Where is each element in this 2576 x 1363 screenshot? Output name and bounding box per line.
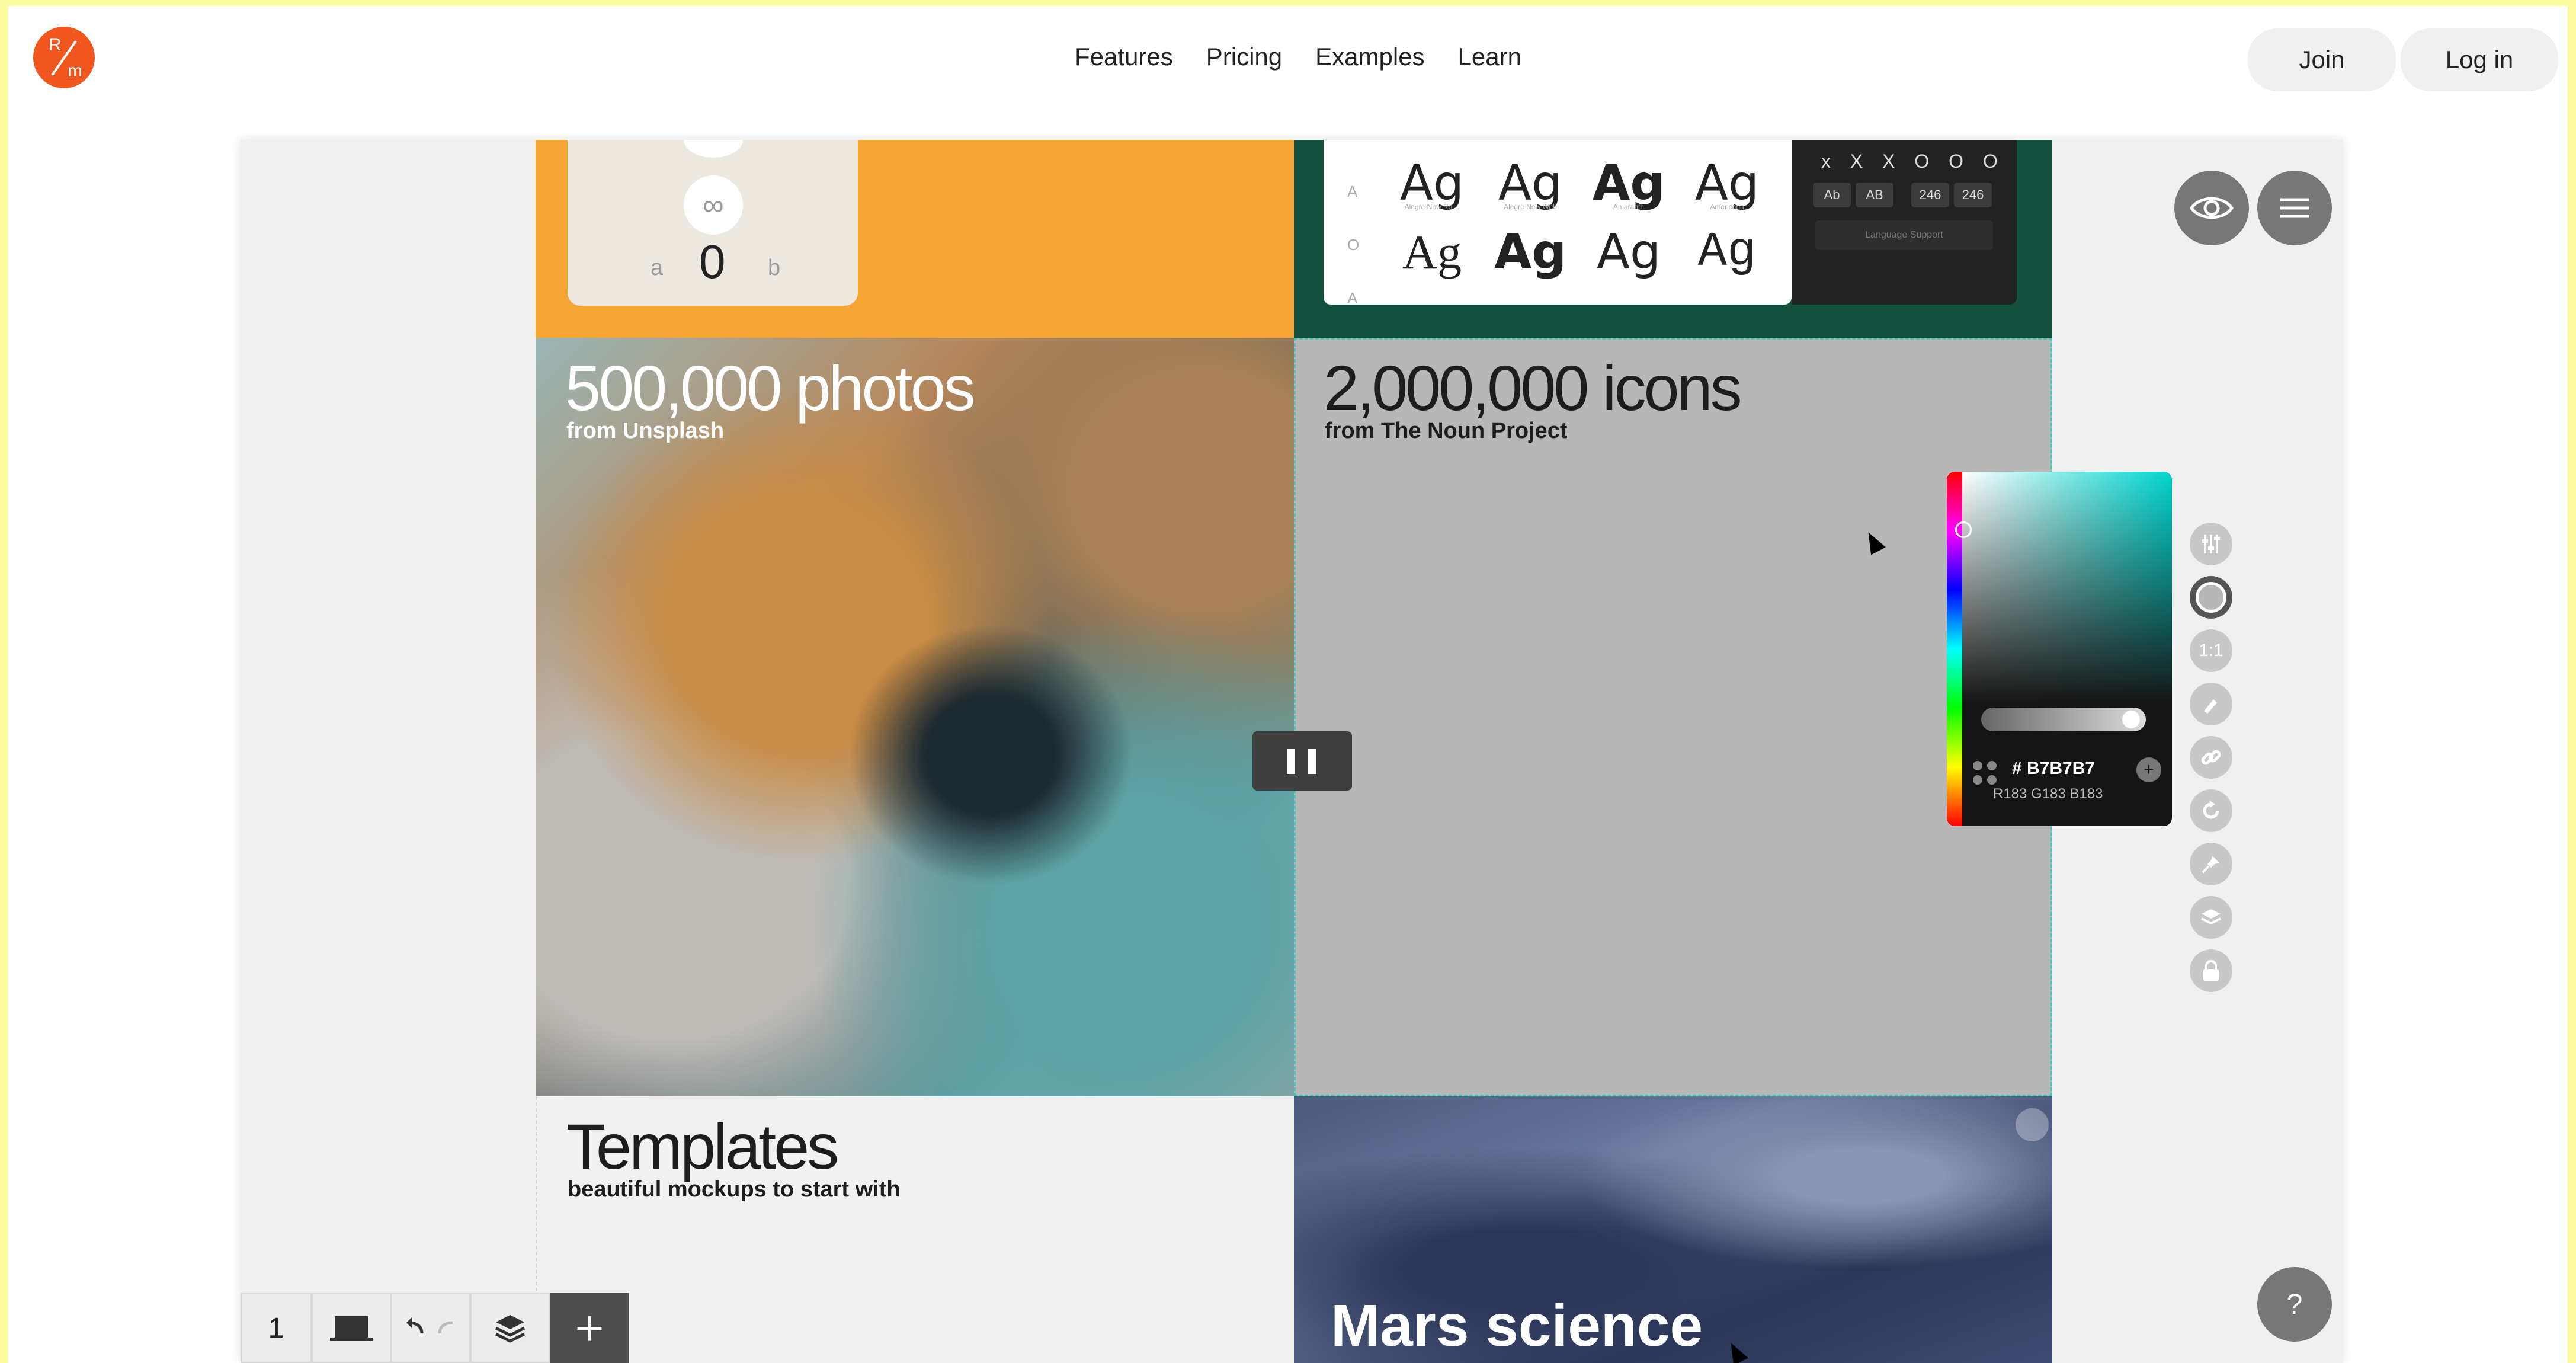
join-button[interactable]: Join xyxy=(2248,28,2396,91)
pause-icon xyxy=(1287,749,1295,774)
logo-letter-r: R xyxy=(49,35,62,55)
font-side-index: A O A xyxy=(1347,165,1359,325)
font-sample[interactable]: Ag Amaranth xyxy=(1579,154,1678,217)
logo-letter-m: m xyxy=(68,61,82,81)
rotate-icon[interactable] xyxy=(2190,789,2232,832)
templates-title: Templates xyxy=(566,1111,839,1182)
font-name: Alegre New Web xyxy=(1504,203,1557,211)
font-sample[interactable]: Ag Alegre New Ro… xyxy=(1383,154,1481,217)
adjust-icon[interactable] xyxy=(2190,523,2232,565)
font-glyph: Ag xyxy=(1494,224,1567,280)
rgb-value: R183 G183 B183 xyxy=(1993,786,2103,802)
font-sample[interactable]: Ag Americana xyxy=(1678,154,1776,217)
ruler-card: ∞ a 0 b xyxy=(568,140,858,306)
top-nav: Features Pricing Examples Learn xyxy=(1075,43,1521,71)
font-case-options[interactable]: x X X O O O xyxy=(1821,151,2005,172)
nav-learn[interactable]: Learn xyxy=(1458,43,1521,71)
bottom-toolbar: 1 + xyxy=(241,1293,629,1363)
font-sample[interactable]: Ag xyxy=(1678,223,1776,282)
font-sample[interactable]: Ag Alegre New Web xyxy=(1481,154,1579,217)
undo-redo-button[interactable] xyxy=(391,1293,470,1363)
mars-title: Mars science xyxy=(1331,1292,1703,1359)
layers-icon[interactable] xyxy=(2190,896,2232,939)
font-chip[interactable]: 246 xyxy=(1911,183,1949,207)
fill-color-icon[interactable] xyxy=(2190,576,2232,619)
templates-tile[interactable]: Templates beautiful mockups to start wit… xyxy=(536,1096,1294,1363)
font-glyph: Ag xyxy=(1697,225,1757,280)
alpha-slider[interactable] xyxy=(1981,708,2146,731)
infinity-icon[interactable]: ∞ xyxy=(684,175,743,235)
photos-title: 500,000 photos xyxy=(565,352,976,424)
font-picker-panel: A O A Ag Alegre New Ro… Ag Alegre New Web … xyxy=(1324,140,1792,307)
page: R m Features Pricing Examples Learn Join… xyxy=(8,6,2568,1363)
login-button[interactable]: Log in xyxy=(2401,28,2558,91)
link-icon[interactable] xyxy=(2190,736,2232,779)
layers-button[interactable] xyxy=(470,1293,550,1363)
stack-icon xyxy=(495,1315,526,1343)
ruler-top-knob xyxy=(684,140,743,158)
eye-icon xyxy=(2189,197,2234,219)
font-glyph: Ag xyxy=(1402,225,1462,279)
font-sample[interactable]: Ag xyxy=(1579,223,1678,282)
add-element-button[interactable]: + xyxy=(550,1293,629,1363)
pin-icon[interactable] xyxy=(2190,843,2232,885)
font-chip[interactable]: 246 xyxy=(1954,183,1992,207)
saturation-area[interactable] xyxy=(1962,472,2172,703)
font-name: Alegre New Ro… xyxy=(1404,203,1460,211)
font-glyph: Ag xyxy=(1596,224,1661,280)
templates-subtitle: beautiful mockups to start with xyxy=(568,1177,901,1202)
help-button[interactable]: ? xyxy=(2257,1267,2332,1342)
pause-button[interactable] xyxy=(1252,731,1352,791)
ruler-label-a: a xyxy=(651,255,664,280)
mars-tile[interactable]: Mars science xyxy=(1294,1096,2052,1363)
color-picker[interactable]: # B7B7B7 R183 G183 B183 + xyxy=(1947,472,2172,826)
font-sample[interactable]: Ag xyxy=(1481,223,1579,282)
pause-icon xyxy=(1308,749,1316,774)
nav-examples[interactable]: Examples xyxy=(1315,43,1424,71)
icons-tile[interactable]: 2,000,000 icons from The Noun Project xyxy=(1294,338,2052,1096)
font-side-label: A xyxy=(1347,289,1358,307)
saturation-handle[interactable] xyxy=(1955,521,1972,538)
undo-icon xyxy=(406,1317,453,1334)
photos-subtitle: from Unsplash xyxy=(566,418,725,443)
alpha-handle[interactable] xyxy=(2122,711,2140,728)
swatches-icon[interactable] xyxy=(1973,761,1997,785)
editor-canvas[interactable]: ∞ a 0 b A O A Ag Alegre New Ro… Ag Alegre … xyxy=(241,140,2343,1363)
font-side-label: A xyxy=(1347,183,1358,200)
add-swatch-button[interactable]: + xyxy=(2136,757,2161,782)
menu-button[interactable] xyxy=(2257,171,2332,245)
language-support-select[interactable]: Language Support xyxy=(1815,220,1993,250)
photos-tile[interactable]: 500,000 photos from Unsplash xyxy=(536,338,1294,1096)
fonts-tile[interactable]: A O A Ag Alegre New Ro… Ag Alegre New Web … xyxy=(1294,140,2052,338)
preview-button[interactable] xyxy=(2174,171,2249,245)
font-sample-grid: Ag Alegre New Ro… Ag Alegre New Web Ag Amar… xyxy=(1383,154,1776,282)
device-preview-button[interactable] xyxy=(312,1293,391,1363)
lock-icon[interactable] xyxy=(2190,949,2232,992)
tile-badge-icon[interactable] xyxy=(2016,1108,2049,1141)
hamburger-icon xyxy=(2280,198,2309,218)
font-side-label: O xyxy=(1347,236,1360,254)
font-chip[interactable]: AB xyxy=(1856,183,1893,207)
icons-subtitle: from The Noun Project xyxy=(1325,418,1568,443)
brush-icon[interactable] xyxy=(2190,683,2232,725)
ruler-label-b: b xyxy=(768,255,781,280)
font-chip[interactable]: Ab xyxy=(1813,183,1851,207)
nav-features[interactable]: Features xyxy=(1075,43,1173,71)
font-options-panel: x X X O O O Ab AB 246 246 Language Suppo… xyxy=(1792,140,2017,305)
hex-value[interactable]: # B7B7B7 xyxy=(2012,759,2095,779)
ruler-value: 0 xyxy=(699,235,726,288)
aspect-ratio-icon[interactable]: 1:1 xyxy=(2190,629,2232,672)
icons-title: 2,000,000 icons xyxy=(1324,352,1742,424)
page-number[interactable]: 1 xyxy=(241,1293,312,1363)
laptop-icon xyxy=(330,1316,373,1341)
font-sample[interactable]: Ag xyxy=(1383,223,1481,282)
logo[interactable]: R m xyxy=(33,27,95,88)
ruler-tile[interactable]: ∞ a 0 b xyxy=(536,140,1294,338)
nav-pricing[interactable]: Pricing xyxy=(1206,43,1282,71)
font-name: Americana xyxy=(1710,203,1744,211)
